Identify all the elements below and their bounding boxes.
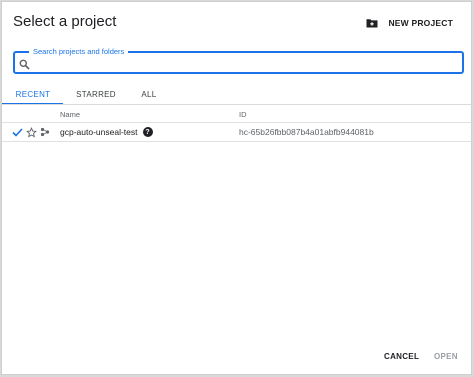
table-row[interactable]: gcp-auto-unseal-test ? hc-65b26fbb087b4a… <box>2 123 471 141</box>
cancel-button[interactable]: CANCEL <box>384 349 419 363</box>
new-project-label: NEW PROJECT <box>388 18 453 28</box>
project-icon <box>40 123 50 141</box>
tabs-divider <box>2 104 471 105</box>
tab-starred[interactable]: STARRED <box>69 84 123 104</box>
select-project-dialog: Select a project NEW PROJECT Search proj… <box>1 1 472 375</box>
dialog-title: Select a project <box>13 13 117 30</box>
column-header-name[interactable]: Name <box>60 110 80 119</box>
tab-recent[interactable]: RECENT <box>6 84 60 104</box>
open-button[interactable]: OPEN <box>434 349 458 363</box>
tab-bar: RECENT STARRED ALL <box>2 84 471 104</box>
row-divider <box>2 141 471 142</box>
folder-add-icon <box>366 18 378 28</box>
tab-all[interactable]: ALL <box>132 84 166 104</box>
column-header-id[interactable]: ID <box>239 110 247 119</box>
search-icon <box>19 57 30 75</box>
new-project-button[interactable]: NEW PROJECT <box>366 12 453 34</box>
search-field[interactable]: Search projects and folders <box>13 46 464 75</box>
project-id: hc-65b26fbb087b4a01abfb944081b <box>239 127 374 137</box>
project-name[interactable]: gcp-auto-unseal-test <box>60 127 138 137</box>
star-icon[interactable] <box>26 123 37 141</box>
search-input[interactable] <box>35 55 455 70</box>
check-icon <box>12 123 23 141</box>
help-icon[interactable]: ? <box>142 127 153 137</box>
